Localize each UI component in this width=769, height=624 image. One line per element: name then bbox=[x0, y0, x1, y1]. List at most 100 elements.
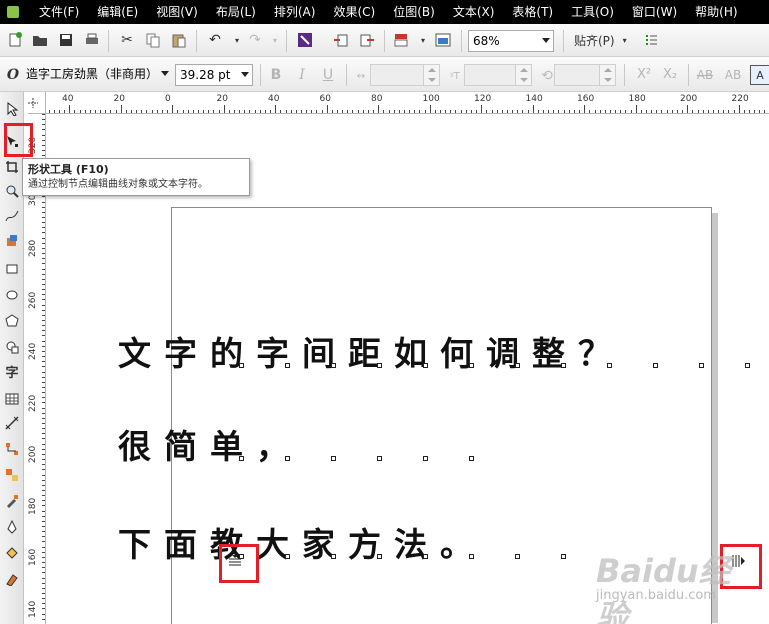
menu-arrange[interactable]: 排列(A) bbox=[265, 0, 325, 24]
character-node[interactable] bbox=[377, 363, 382, 368]
character-node[interactable] bbox=[469, 456, 474, 461]
search-content-icon[interactable] bbox=[294, 29, 316, 51]
italic-button[interactable]: I bbox=[292, 65, 312, 85]
open-icon[interactable] bbox=[29, 29, 51, 51]
character-node[interactable] bbox=[377, 554, 382, 559]
rotate-char-field[interactable] bbox=[554, 64, 616, 86]
blend-tool-icon[interactable] bbox=[2, 464, 22, 486]
character-node[interactable] bbox=[699, 363, 704, 368]
font-list-select[interactable]: 造字工房劲黑（非商用） bbox=[22, 64, 172, 86]
import-icon[interactable] bbox=[330, 29, 352, 51]
char-spacing-field[interactable] bbox=[370, 64, 440, 86]
character-node[interactable] bbox=[331, 363, 336, 368]
font-size-select[interactable]: 39.28 pt bbox=[175, 64, 253, 86]
character-node[interactable] bbox=[377, 456, 382, 461]
freehand-tool-icon[interactable] bbox=[2, 205, 22, 227]
app-launcher-dropdown-icon[interactable]: ▾ bbox=[412, 29, 434, 51]
character-node[interactable] bbox=[745, 363, 750, 368]
spinner-icon[interactable] bbox=[515, 65, 531, 85]
character-node[interactable] bbox=[285, 456, 290, 461]
menu-window[interactable]: 窗口(W) bbox=[623, 0, 686, 24]
text-line-2[interactable]: 很简单， bbox=[118, 420, 302, 468]
ruler-tick bbox=[558, 110, 560, 113]
menu-tools[interactable]: 工具(O) bbox=[562, 0, 623, 24]
snap-to-button[interactable]: 贴齐(P) ▾ bbox=[574, 29, 634, 51]
horizontal-ruler[interactable]: 40 20 0 20 40 60 80 100 120 140 160 180 200 220 bbox=[28, 92, 769, 114]
superscript-button[interactable]: X² bbox=[632, 65, 656, 85]
text-line-1[interactable]: 文字的字间距如何调整？ bbox=[118, 327, 624, 375]
redo-icon[interactable]: ↷ bbox=[244, 29, 266, 51]
menu-table[interactable]: 表格(T) bbox=[503, 0, 562, 24]
character-node[interactable] bbox=[423, 363, 428, 368]
table-tool-icon[interactable] bbox=[2, 388, 22, 410]
character-node[interactable] bbox=[423, 456, 428, 461]
ruler-v-label: 260 bbox=[28, 291, 38, 309]
text-frame-icon[interactable]: A bbox=[750, 65, 769, 85]
menu-effects[interactable]: 效果(C) bbox=[324, 0, 384, 24]
export-icon[interactable] bbox=[356, 29, 378, 51]
dimension-tool-icon[interactable] bbox=[2, 412, 22, 434]
menu-layout[interactable]: 布局(L) bbox=[207, 0, 265, 24]
paste-icon[interactable] bbox=[168, 29, 190, 51]
character-node[interactable] bbox=[285, 363, 290, 368]
word-spacing-field[interactable] bbox=[464, 64, 532, 86]
ruler-tick bbox=[671, 110, 673, 113]
spinner-icon[interactable] bbox=[423, 65, 439, 85]
interactive-fill-icon[interactable] bbox=[2, 568, 22, 590]
ruler-origin[interactable] bbox=[28, 92, 46, 114]
basic-shapes-icon[interactable] bbox=[2, 336, 22, 358]
character-node[interactable] bbox=[239, 456, 244, 461]
rectangle-tool-icon[interactable] bbox=[2, 258, 22, 280]
character-node[interactable] bbox=[285, 554, 290, 559]
smart-fill-icon[interactable] bbox=[2, 230, 22, 252]
eyedropper-tool-icon[interactable] bbox=[2, 490, 22, 512]
character-node[interactable] bbox=[331, 554, 336, 559]
character-node[interactable] bbox=[423, 554, 428, 559]
character-node[interactable] bbox=[561, 554, 566, 559]
welcome-screen-icon[interactable] bbox=[432, 29, 454, 51]
fill-tool-icon[interactable] bbox=[2, 542, 22, 564]
character-node[interactable] bbox=[607, 363, 612, 368]
text-tool-icon[interactable]: 字 bbox=[2, 360, 22, 382]
redo-dropdown-icon[interactable]: ▾ bbox=[264, 29, 286, 51]
menu-bitmaps[interactable]: 位图(B) bbox=[384, 0, 444, 24]
subscript-button[interactable]: X₂ bbox=[658, 65, 682, 85]
crop-tool-icon[interactable] bbox=[2, 156, 22, 178]
ruler-tick bbox=[362, 110, 364, 113]
save-icon[interactable] bbox=[55, 29, 77, 51]
menu-edit[interactable]: 编辑(E) bbox=[88, 0, 147, 24]
connector-tool-icon[interactable] bbox=[2, 438, 22, 460]
underline-button[interactable]: U bbox=[318, 65, 338, 85]
character-node[interactable] bbox=[515, 363, 520, 368]
copy-icon[interactable] bbox=[142, 29, 164, 51]
new-icon[interactable] bbox=[4, 29, 26, 51]
zoom-level-value: 68% bbox=[473, 34, 500, 48]
character-node[interactable] bbox=[469, 554, 474, 559]
undo-icon[interactable]: ↶ bbox=[204, 29, 226, 51]
character-node[interactable] bbox=[653, 363, 658, 368]
menu-help[interactable]: 帮助(H) bbox=[686, 0, 746, 24]
change-case-button[interactable]: AB bbox=[692, 65, 718, 85]
print-icon[interactable] bbox=[81, 29, 103, 51]
small-caps-button[interactable]: AB bbox=[720, 65, 746, 85]
outline-tool-icon[interactable] bbox=[2, 516, 22, 538]
zoom-tool-icon[interactable] bbox=[2, 180, 22, 202]
pick-tool-icon[interactable] bbox=[2, 98, 22, 120]
character-node[interactable] bbox=[515, 554, 520, 559]
menu-view[interactable]: 视图(V) bbox=[147, 0, 207, 24]
text-line-3[interactable]: 下面教大家方法。 bbox=[118, 518, 486, 566]
zoom-level-select[interactable]: 68% bbox=[468, 30, 554, 52]
bold-button[interactable]: B bbox=[266, 65, 286, 85]
app-launcher-icon[interactable] bbox=[390, 29, 412, 51]
menu-text[interactable]: 文本(X) bbox=[444, 0, 504, 24]
character-node[interactable] bbox=[561, 363, 566, 368]
character-node[interactable] bbox=[239, 363, 244, 368]
polygon-tool-icon[interactable] bbox=[2, 310, 22, 332]
menu-file[interactable]: 文件(F) bbox=[30, 0, 88, 24]
character-node[interactable] bbox=[331, 456, 336, 461]
options-icon[interactable] bbox=[640, 29, 662, 51]
cut-icon[interactable]: ✂ bbox=[116, 29, 138, 51]
spinner-icon[interactable] bbox=[599, 65, 615, 85]
ellipse-tool-icon[interactable] bbox=[2, 284, 22, 306]
character-node[interactable] bbox=[469, 363, 474, 368]
